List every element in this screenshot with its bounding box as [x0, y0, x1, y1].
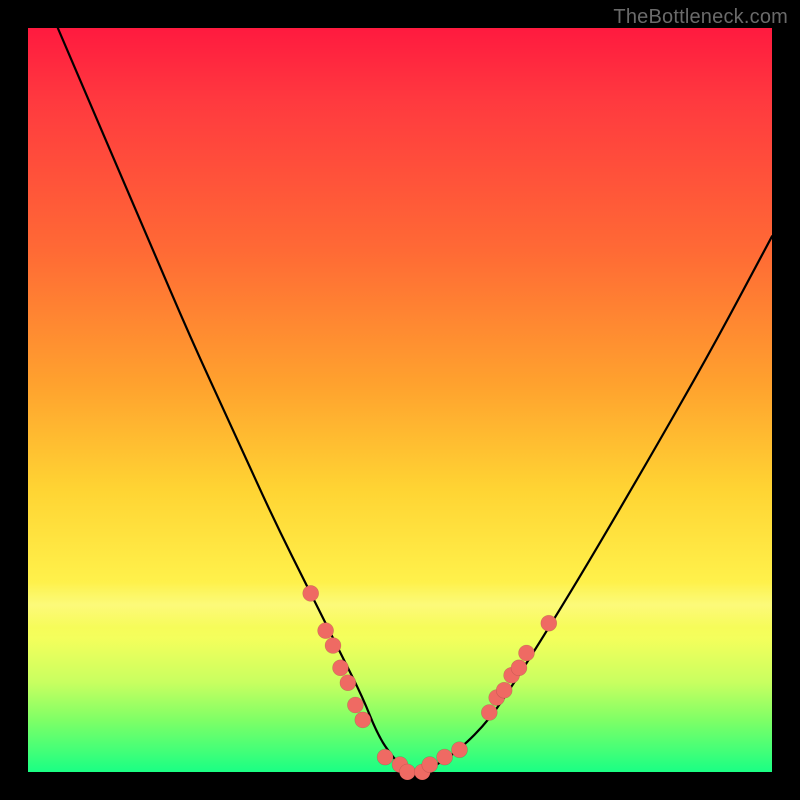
curve-marker [422, 757, 438, 773]
curve-marker [340, 675, 356, 691]
curve-marker [303, 585, 319, 601]
chart-svg [28, 28, 772, 772]
bottleneck-curve [58, 28, 772, 772]
curve-marker [318, 623, 334, 639]
curve-marker [355, 712, 371, 728]
curve-marker [325, 638, 341, 654]
curve-markers [303, 585, 557, 780]
curve-marker [437, 749, 453, 765]
curve-marker [541, 615, 557, 631]
curve-marker [333, 660, 349, 676]
curve-marker [511, 660, 527, 676]
plot-area [28, 28, 772, 772]
curve-marker [496, 682, 512, 698]
outer-frame: TheBottleneck.com [0, 0, 800, 800]
curve-marker [481, 705, 497, 721]
curve-marker [377, 749, 393, 765]
curve-marker [452, 742, 468, 758]
watermark-text: TheBottleneck.com [613, 6, 788, 29]
curve-marker [347, 697, 363, 713]
curve-marker [519, 645, 535, 661]
curve-marker [399, 764, 415, 780]
